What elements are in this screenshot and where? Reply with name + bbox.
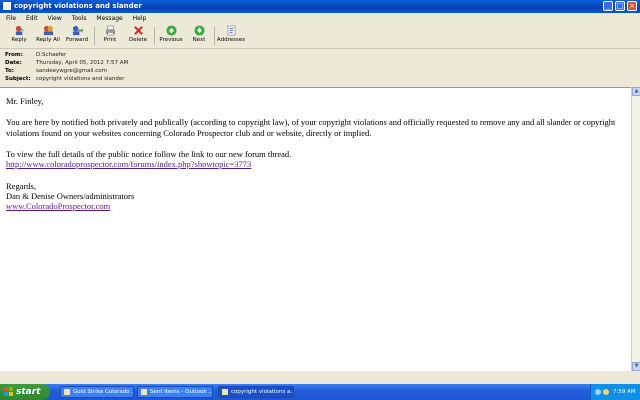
from-label: From: xyxy=(5,52,23,58)
previous-label: Previous xyxy=(159,37,183,43)
forward-button[interactable]: Forward xyxy=(62,25,92,47)
addresses-button[interactable]: Addresses xyxy=(216,25,246,47)
forward-icon xyxy=(72,25,83,36)
menu-edit[interactable]: Edit xyxy=(26,15,38,22)
message-body[interactable]: Mr. Finley, You are here by notified bot… xyxy=(0,87,631,372)
to-value[interactable]: sandeeywgre@gmail.com xyxy=(36,67,107,75)
menu-view[interactable]: View xyxy=(48,15,62,22)
menu-help[interactable]: Help xyxy=(133,15,147,22)
previous-arrow-icon xyxy=(165,25,177,36)
reply-all-icon xyxy=(43,25,53,36)
outlook-icon xyxy=(141,389,147,395)
addresses-label: Addresses xyxy=(216,37,246,43)
window-bottom-frame xyxy=(0,371,640,384)
mail-icon xyxy=(3,2,11,10)
task-button-active[interactable]: copyright violations a... xyxy=(218,386,294,398)
forum-paragraph: To view the full details of the public n… xyxy=(6,149,292,159)
from-value[interactable]: D.Schaefer xyxy=(36,51,66,59)
security-icon[interactable] xyxy=(603,389,609,395)
toolbar: Reply Reply All Forward Print Delete Pre… xyxy=(0,24,640,49)
task-label: Gold Strike Colorado ... xyxy=(73,389,134,395)
mail-icon xyxy=(222,389,228,395)
next-label: Next xyxy=(192,37,206,43)
menu-message[interactable]: Message xyxy=(96,15,122,22)
signature: Dan & Denise Owners/administrators xyxy=(6,191,135,201)
to-label: To: xyxy=(5,68,14,74)
message-headers: From: D.Schaefer Date: Thursday, April 0… xyxy=(0,49,640,86)
reply-button[interactable]: Reply xyxy=(4,25,34,47)
reply-icon xyxy=(15,25,24,36)
browser-icon xyxy=(64,389,70,395)
site-link[interactable]: www.ColoradoProspector.com xyxy=(6,201,110,211)
reply-all-label: Reply All xyxy=(36,37,60,43)
next-button[interactable]: Next xyxy=(184,25,214,47)
date-label: Date: xyxy=(5,60,22,66)
subject-label: Subject: xyxy=(5,76,31,82)
subject-value: copyright violations and slander xyxy=(36,76,125,82)
print-button[interactable]: Print xyxy=(95,25,125,47)
start-button[interactable]: start xyxy=(0,384,50,400)
menu-file[interactable]: File xyxy=(6,15,16,22)
menu-tools[interactable]: Tools xyxy=(72,15,87,22)
notice-paragraph: You are here by notified both privately … xyxy=(6,117,616,138)
menu-bar: File Edit View Tools Message Help xyxy=(0,13,640,24)
printer-icon xyxy=(105,25,115,36)
scroll-up-button[interactable]: ▲ xyxy=(632,87,640,96)
delete-icon xyxy=(133,26,143,35)
vertical-scrollbar[interactable]: ▲ ▼ xyxy=(631,87,640,371)
date-value: Thursday, April 05, 2012 7:57 AM xyxy=(36,60,129,66)
close-button[interactable]: × xyxy=(627,1,637,11)
delete-label: Delete xyxy=(128,37,148,43)
scroll-down-button[interactable]: ▼ xyxy=(632,362,640,371)
forum-link[interactable]: http://www.coloradoprospector.com/forums… xyxy=(6,159,251,169)
task-button[interactable]: Sent Items - Outlook ... xyxy=(137,386,213,398)
maximize-button[interactable]: □ xyxy=(615,1,625,11)
start-label: start xyxy=(16,387,41,397)
reply-label: Reply xyxy=(11,37,27,43)
address-book-icon xyxy=(227,25,235,36)
task-button[interactable]: Gold Strike Colorado ... xyxy=(60,386,134,398)
window-title: copyright violations and slander xyxy=(14,2,142,10)
taskbar: start Gold Strike Colorado ... Sent Item… xyxy=(0,384,640,400)
regards: Regards, xyxy=(6,181,36,191)
minimize-button[interactable]: _ xyxy=(603,1,613,11)
toolbar-separator xyxy=(214,27,215,45)
print-label: Print xyxy=(103,37,117,43)
windows-logo-icon xyxy=(4,387,13,396)
system-tray: 7:59 AM xyxy=(590,384,640,400)
reply-all-button[interactable]: Reply All xyxy=(33,25,63,47)
previous-button[interactable]: Previous xyxy=(156,25,186,47)
title-bar[interactable]: copyright violations and slander _ □ × xyxy=(0,0,640,13)
task-label: Sent Items - Outlook ... xyxy=(150,389,213,395)
delete-button[interactable]: Delete xyxy=(123,25,153,47)
task-label: copyright violations a... xyxy=(231,389,294,395)
forward-label: Forward xyxy=(65,37,89,43)
clock[interactable]: 7:59 AM xyxy=(613,384,636,400)
next-arrow-icon xyxy=(193,25,205,36)
network-icon[interactable] xyxy=(595,389,601,395)
toolbar-separator xyxy=(154,27,155,45)
greeting: Mr. Finley, xyxy=(6,96,44,106)
forum-link-line: http://www.coloradoprospector.com/forums… xyxy=(6,159,626,170)
site-link-line: www.ColoradoProspector.com xyxy=(6,201,626,212)
